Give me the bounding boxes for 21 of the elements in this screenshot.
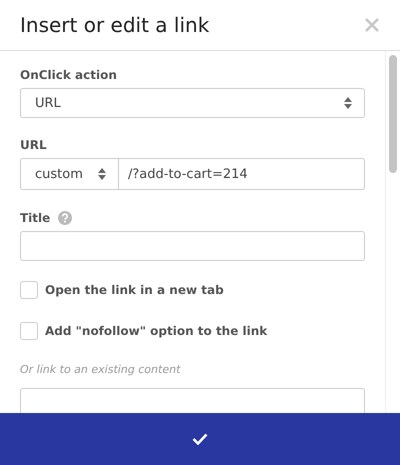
url-type-select[interactable]: custom <box>20 158 119 190</box>
checkbox[interactable] <box>20 281 38 299</box>
checkmark-icon <box>192 433 208 445</box>
action-select[interactable]: URL <box>20 88 365 118</box>
sort-caret-icon <box>344 97 352 109</box>
field-label: OnClick action <box>20 68 118 82</box>
checkbox-label: Add "nofollow" option to the link <box>45 324 268 338</box>
help-icon[interactable] <box>58 211 72 225</box>
scrollbar[interactable] <box>385 51 398 413</box>
confirm-button[interactable] <box>0 413 400 465</box>
close-icon[interactable] <box>365 18 379 32</box>
field-label: URL <box>20 138 48 152</box>
scrollbar-thumb[interactable] <box>389 55 397 173</box>
checkbox-label: Open the link in a new tab <box>45 283 224 297</box>
checkbox[interactable] <box>20 322 38 340</box>
section-label: Or link to an existing content <box>20 363 182 376</box>
url-input[interactable]: /?add-to-cart=214 <box>119 158 365 190</box>
field-label: Title <box>20 211 50 225</box>
title-input[interactable] <box>20 231 365 261</box>
sort-caret-icon <box>98 168 106 180</box>
dialog-title: Insert or edit a link <box>20 13 210 37</box>
